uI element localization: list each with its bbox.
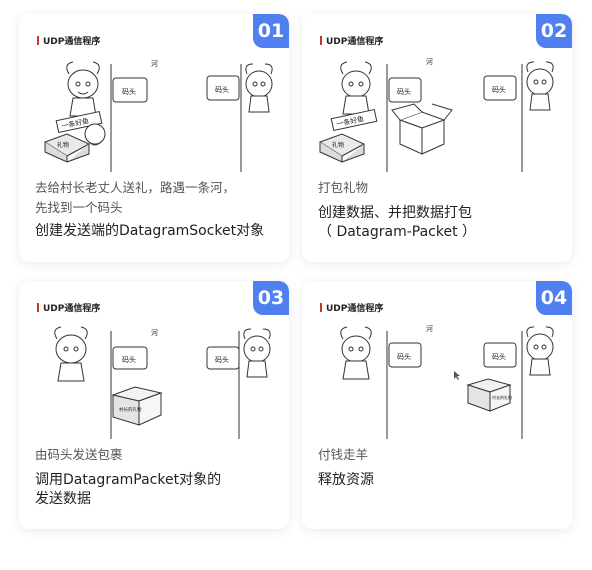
gift-icon: 礼物 <box>318 133 366 163</box>
desc-line: 打包礼物 <box>318 180 369 195</box>
sheep-left-icon <box>340 326 372 380</box>
desc-line: 付钱走羊 <box>318 447 369 462</box>
gift-box-icon: 村长的礼物 <box>111 386 163 426</box>
river-label: 河 <box>151 60 158 68</box>
illustration-scene: UDP通信程序 河 码头 码头 一条好鱼 礼物 <box>314 24 560 174</box>
svg-text:村长的礼物: 村长的礼物 <box>492 394 512 400</box>
step-action: 调用DatagramPacket对象的 发送数据 <box>35 471 221 509</box>
step-description: 打包礼物 <box>318 178 368 198</box>
sheep-right-icon <box>526 61 554 111</box>
desc-line: 去给村长老丈人送礼，路遇一条河， <box>35 180 236 195</box>
sheep-left-icon <box>66 61 100 117</box>
step-action: 释放资源 <box>318 471 374 490</box>
step-card-4: UDP通信程序 河 码头 码头 村长的礼物 04 付钱走羊 释放资源 <box>302 281 572 529</box>
action-line: 发送数据 <box>35 491 91 507</box>
dock-left-label: 码头 <box>397 352 411 361</box>
step-description: 去给村长老丈人送礼，路遇一条河， 先找到一个码头 <box>35 178 235 218</box>
sheep-left-icon <box>54 326 88 382</box>
gift-box-icon: 村长的礼物 <box>466 378 512 412</box>
step-badge: 02 <box>536 14 572 48</box>
dock-right-label: 码头 <box>492 85 506 94</box>
desc-line: 由码头发送包裹 <box>35 447 123 462</box>
scene-title: UDP通信程序 <box>320 301 383 314</box>
action-line: 创建发送端的DatagramSocket对象 <box>35 223 265 239</box>
action-line: （ Datagram-Packet ） <box>318 224 477 240</box>
old-man-icon <box>84 123 106 146</box>
svg-text:礼物: 礼物 <box>332 141 344 149</box>
step-badge: 03 <box>253 281 289 315</box>
dock-right-label: 码头 <box>492 352 506 361</box>
open-box-icon <box>391 103 453 155</box>
step-badge: 04 <box>536 281 572 315</box>
sheep-left-icon <box>340 61 372 115</box>
scene-title: UDP通信程序 <box>37 34 100 47</box>
action-line: 释放资源 <box>318 472 374 488</box>
sheep-right-icon <box>243 328 271 378</box>
step-action: 创建发送端的DatagramSocket对象 <box>35 222 264 241</box>
illustration-scene: UDP通信程序 河 码头 码头 <box>31 24 277 174</box>
svg-text:礼物: 礼物 <box>57 141 69 149</box>
step-card-3: UDP通信程序 河 码头 码头 村长的礼物 03 由码头发送包裹 调用Datag… <box>19 281 289 529</box>
step-description: 付钱走羊 <box>318 445 368 465</box>
dock-left-label: 码头 <box>122 355 136 364</box>
river-label: 河 <box>151 329 158 337</box>
step-card-2: UDP通信程序 河 码头 码头 一条好鱼 礼物 02 打包礼物 创建数据、并把数… <box>302 14 572 262</box>
action-line: 创建数据、并把数据打包 <box>318 205 472 221</box>
scene-title: UDP通信程序 <box>37 301 100 314</box>
step-badge: 01 <box>253 14 289 48</box>
sheep-right-icon <box>526 326 554 376</box>
illustration-scene: UDP通信程序 河 码头 码头 <box>31 291 277 441</box>
step-description: 由码头发送包裹 <box>35 445 123 465</box>
sheep-right-icon <box>245 63 273 113</box>
dock-left-label: 码头 <box>122 87 136 96</box>
svg-text:村长的礼物: 村长的礼物 <box>119 406 142 413</box>
river-label: 河 <box>426 325 433 333</box>
cursor-icon <box>454 371 460 380</box>
dock-right-label: 码头 <box>215 355 229 364</box>
river-label: 河 <box>426 58 433 66</box>
illustration-scene: UDP通信程序 河 码头 码头 <box>314 291 560 441</box>
dock-right-label: 码头 <box>215 85 229 94</box>
action-line: 调用DatagramPacket对象的 <box>35 472 222 488</box>
step-card-1: UDP通信程序 河 码头 码头 一条好鱼 礼物 01 去给村长老丈人送礼，路遇一… <box>19 14 289 262</box>
dock-left-label: 码头 <box>397 87 411 96</box>
step-action: 创建数据、并把数据打包 （ Datagram-Packet ） <box>318 204 476 242</box>
desc-line: 先找到一个码头 <box>35 200 123 215</box>
gift-icon: 礼物 <box>43 133 91 163</box>
scene-title: UDP通信程序 <box>320 34 383 47</box>
